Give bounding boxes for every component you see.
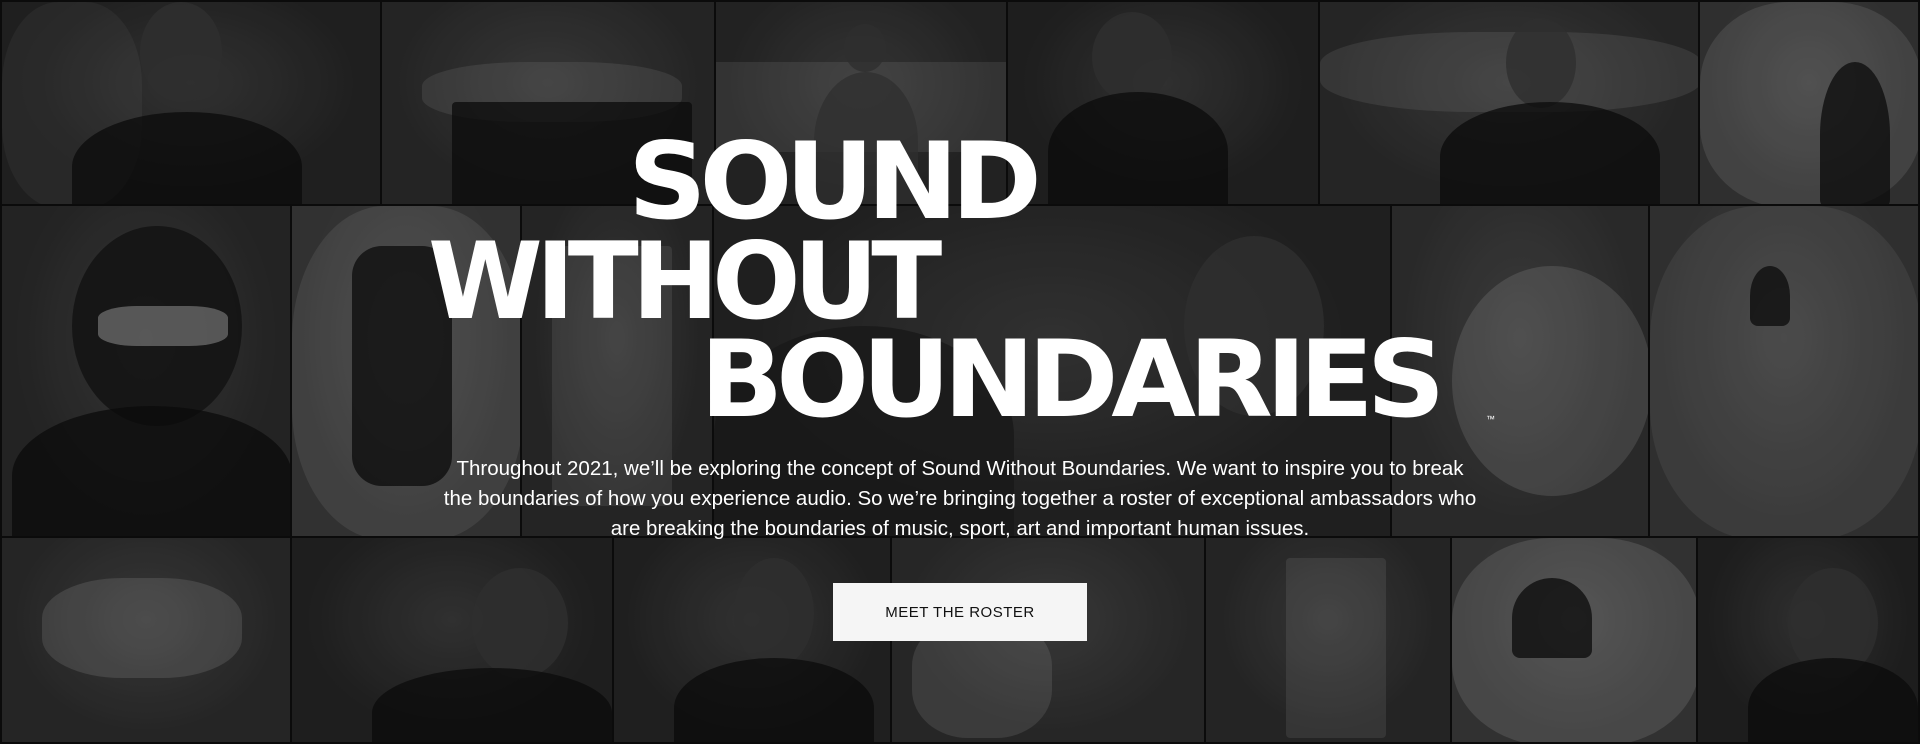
hero-section: SOUND WITHOUT BOUNDARIES ™ Throughout 20…: [0, 0, 1920, 744]
hero-intro-text: Throughout 2021, we’ll be exploring the …: [443, 457, 1477, 540]
title-line-boundaries: BOUNDARIES: [700, 317, 1445, 442]
meet-the-roster-button[interactable]: MEET THE ROSTER: [833, 583, 1087, 641]
trademark-symbol: ™: [1486, 414, 1495, 424]
hero-title: SOUND WITHOUT BOUNDARIES ™: [0, 0, 1920, 440]
